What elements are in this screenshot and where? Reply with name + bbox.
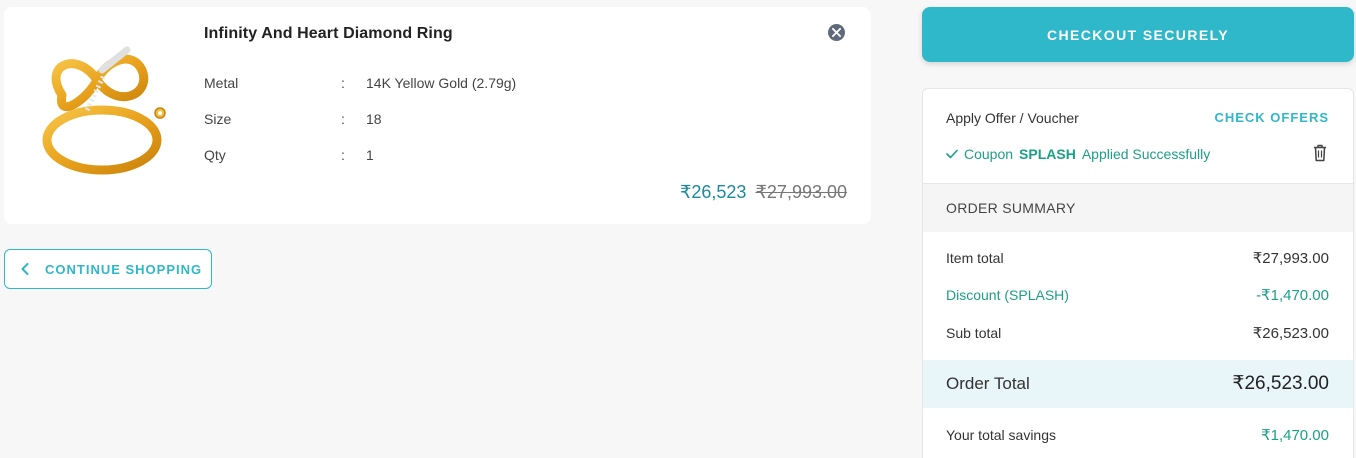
attribute-value: 18 [366, 111, 382, 127]
order-total-value: ₹26,523.00 [1232, 373, 1329, 394]
savings-label: Your total savings [946, 426, 1056, 443]
row-label: Sub total [946, 324, 1002, 341]
attribute-value: 1 [366, 147, 374, 163]
order-summary-heading: ORDER SUMMARY [923, 184, 1353, 232]
attribute-separator: : [341, 147, 345, 163]
original-price: ₹27,993.00 [755, 182, 847, 202]
checkout-button[interactable]: CHECKOUT SECURELY [922, 7, 1354, 62]
discount-row: Discount (SPLASH) -₹1,470.00 [923, 277, 1353, 315]
remove-coupon-button[interactable] [1313, 144, 1327, 162]
check-offers-link[interactable]: CHECK OFFERS [1214, 110, 1329, 125]
close-icon [832, 28, 841, 37]
coupon-suffix: Applied Successfully [1081, 146, 1211, 162]
item-total-row: Item total ₹27,993.00 [923, 239, 1353, 277]
product-title[interactable]: Infinity And Heart Diamond Ring [204, 25, 453, 43]
row-value: -₹1,470.00 [1256, 287, 1329, 305]
summary-rows: Item total ₹27,993.00 Discount (SPLASH) … [923, 232, 1353, 360]
order-summary-panel: Apply Offer / Voucher CHECK OFFERS Coupo… [922, 88, 1354, 458]
continue-shopping-button[interactable]: CONTINUE SHOPPING [4, 249, 212, 289]
remove-item-button[interactable] [828, 24, 845, 41]
row-value: ₹26,523.00 [1252, 324, 1329, 342]
attribute-separator: : [341, 111, 345, 127]
attribute-label: Size [204, 111, 232, 127]
order-total-label: Order Total [946, 373, 1030, 393]
order-total-row: Order Total ₹26,523.00 [923, 359, 1353, 408]
trash-icon [1314, 144, 1326, 162]
sub-total-row: Sub total ₹26,523.00 [923, 314, 1353, 352]
row-label: Item total [946, 249, 1004, 266]
price-block: ₹26,523 ₹27,993.00 [680, 182, 847, 203]
total-savings-row: Your total savings ₹1,470.00 [923, 408, 1353, 458]
chevron-left-icon [21, 263, 29, 275]
coupon-applied-message: Coupon SPLASH Applied Successfully [946, 146, 1210, 162]
coupon-code: SPLASH [1019, 146, 1076, 162]
check-icon [946, 149, 958, 159]
row-value: ₹27,993.00 [1252, 249, 1329, 267]
offer-section: Apply Offer / Voucher CHECK OFFERS Coupo… [923, 89, 1353, 184]
savings-value: ₹1,470.00 [1261, 426, 1329, 444]
coupon-prefix: Coupon [964, 146, 1014, 162]
ring-product-image[interactable] [32, 35, 172, 185]
row-label: Discount (SPLASH) [946, 287, 1069, 304]
attribute-label: Qty [204, 147, 226, 163]
attribute-label: Metal [204, 75, 239, 91]
attribute-value: 14K Yellow Gold (2.79g) [366, 75, 517, 91]
attribute-separator: : [341, 75, 345, 91]
continue-shopping-label: CONTINUE SHOPPING [45, 261, 203, 277]
offer-label: Apply Offer / Voucher [946, 110, 1079, 126]
cart-item-card: Infinity And Heart Diamond Ring Metal : … [4, 7, 871, 224]
current-price: ₹26,523 [679, 182, 747, 202]
